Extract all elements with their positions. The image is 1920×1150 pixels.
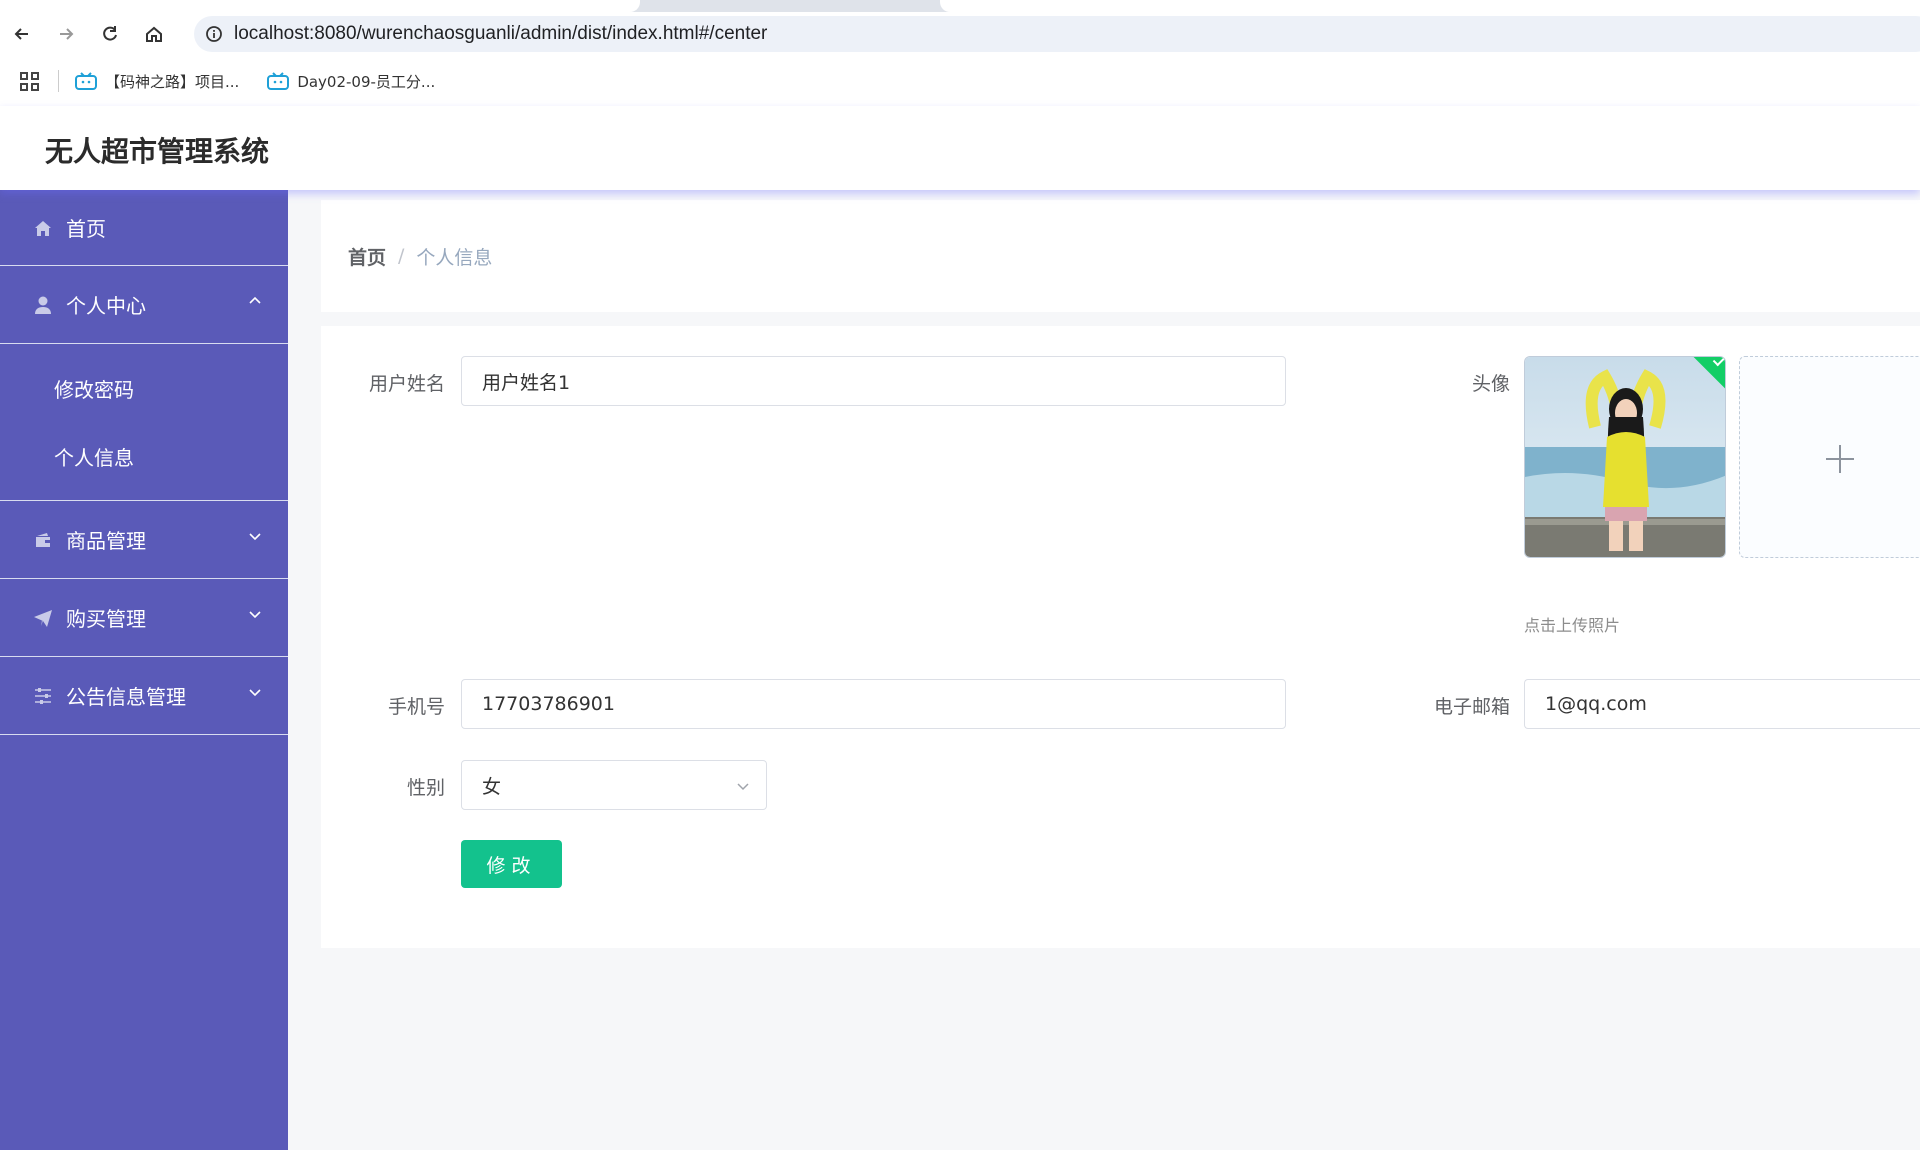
app-title: 无人超市管理系统: [45, 135, 270, 168]
bookmark-label: Day02-09-员工分...: [297, 72, 436, 91]
apps-grid-icon[interactable]: [20, 69, 44, 93]
browser-toolbar: localhost:8080/wurenchaosguanli/admin/di…: [0, 12, 1920, 56]
phone-field[interactable]: 17703786901: [461, 679, 1286, 729]
sidebar-item-label: 首页: [66, 217, 106, 241]
phone-value: 17703786901: [482, 693, 615, 715]
email-field[interactable]: 1@qq.com: [1524, 679, 1920, 729]
avatar-label: 头像: [1471, 373, 1510, 395]
breadcrumb-home[interactable]: 首页: [348, 243, 386, 270]
sidebar-item-label: 个人中心: [66, 294, 146, 318]
home-icon[interactable]: [132, 12, 176, 56]
sidebar: 首页 个人中心 修改密码 个人信息 商品管理 购买管理 公告信息管理: [0, 190, 288, 1150]
sidebar-submenu: 修改密码 个人信息: [0, 344, 288, 501]
bookmark-label: 【码神之路】项目...: [105, 72, 240, 91]
sidebar-item-label: 购买管理: [66, 607, 146, 631]
wallet-icon: [32, 529, 54, 551]
sidebar-item-personal-info[interactable]: 个人信息: [0, 422, 288, 490]
reload-icon[interactable]: [88, 12, 132, 56]
chevron-down-icon: [249, 689, 261, 697]
username-label: 用户姓名: [368, 373, 445, 395]
address-bar[interactable]: localhost:8080/wurenchaosguanli/admin/di…: [194, 16, 1920, 52]
email-label: 电子邮箱: [1433, 696, 1510, 718]
chevron-down-icon: [249, 611, 261, 619]
avatar-upload-button[interactable]: [1739, 356, 1920, 558]
bookmark-item[interactable]: 【码神之路】项目...: [75, 71, 239, 92]
avatar-photo: [1525, 357, 1725, 557]
bilibili-tv-icon: [75, 72, 97, 90]
email-value: 1@qq.com: [1545, 693, 1647, 715]
browser-tabstrip: [0, 0, 1920, 12]
upload-hint: 点击上传照片: [1524, 616, 1621, 635]
submit-button[interactable]: 修改: [461, 840, 562, 888]
check-icon: [1712, 357, 1725, 367]
sidebar-item-label: 商品管理: [66, 529, 146, 553]
user-icon: [32, 294, 54, 316]
gender-label: 性别: [406, 777, 445, 799]
browser-tab[interactable]: [940, 0, 1920, 12]
chevron-down-icon: [249, 533, 261, 541]
app-header: 无人超市管理系统: [0, 106, 1920, 190]
url-text: localhost:8080/wurenchaosguanli/admin/di…: [234, 23, 768, 44]
breadcrumb-separator: /: [398, 245, 405, 267]
chevron-up-icon: [249, 296, 261, 304]
plus-icon: [1826, 445, 1854, 473]
sliders-icon: [32, 685, 54, 707]
gender-select[interactable]: 女: [461, 760, 767, 810]
bookmark-item[interactable]: Day02-09-员工分...: [267, 71, 435, 92]
send-icon: [32, 607, 54, 629]
chevron-down-icon: [737, 783, 749, 791]
phone-label: 手机号: [387, 696, 445, 718]
forward-icon[interactable]: [44, 12, 88, 56]
bilibili-tv-icon: [267, 72, 290, 90]
sidebar-item-label: 公告信息管理: [66, 685, 186, 709]
username-field[interactable]: 用户姓名1: [461, 356, 1286, 406]
avatar-image[interactable]: [1524, 356, 1726, 558]
sidebar-item-goods-management[interactable]: 商品管理: [0, 501, 288, 579]
site-info-icon[interactable]: [194, 25, 234, 43]
bookmarks-bar: 【码神之路】项目... Day02-09-员工分...: [0, 56, 1920, 106]
sidebar-item-notice-management[interactable]: 公告信息管理: [0, 657, 288, 735]
sidebar-item-home[interactable]: 首页: [0, 190, 288, 266]
sidebar-item-personal-center[interactable]: 个人中心: [0, 266, 288, 344]
sidebar-item-purchase-management[interactable]: 购买管理: [0, 579, 288, 657]
browser-tab-active[interactable]: [0, 0, 640, 12]
breadcrumb: 首页 / 个人信息: [321, 200, 1920, 312]
bookmarks-divider: [58, 70, 59, 92]
breadcrumb-current: 个人信息: [416, 246, 493, 269]
back-icon[interactable]: [0, 12, 44, 56]
username-value: 用户姓名1: [482, 371, 571, 394]
sidebar-item-change-password[interactable]: 修改密码: [0, 354, 288, 422]
home-icon: [32, 217, 54, 239]
gender-value: 女: [482, 775, 502, 798]
